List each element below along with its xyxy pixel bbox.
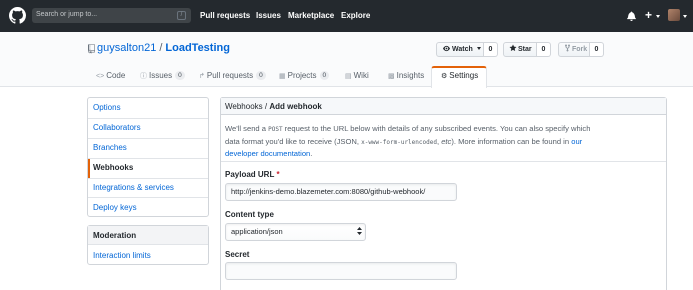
fork-label: Fork	[572, 46, 588, 53]
tab-issues-label: Issues	[149, 71, 173, 80]
code-icon: <>	[96, 73, 105, 80]
sidebar-item-interaction-limits[interactable]: Interaction limits	[93, 251, 151, 260]
nav-issues[interactable]: Issues	[256, 11, 281, 20]
github-logo-icon[interactable]	[9, 7, 26, 24]
project-icon: ▦	[279, 73, 286, 80]
select-arrows-icon[interactable]	[357, 227, 362, 235]
content-type-label: Content type	[225, 210, 274, 219]
watch-button[interactable]: Watch	[436, 42, 484, 57]
payload-url-label-text: Payload URL	[225, 170, 275, 179]
menu-divider	[88, 158, 208, 159]
issue-icon: ⓘ	[140, 73, 147, 80]
tab-pull-requests-label: Pull requests	[206, 71, 254, 80]
tab-insights[interactable]: ▩ Insights	[388, 68, 424, 87]
webhook-description: We'll send a POST request to the URL bel…	[225, 123, 597, 160]
fork-button[interactable]: Fork	[558, 42, 590, 57]
tab-wiki[interactable]: ▤ Wiki	[345, 68, 369, 87]
tab-code-label: Code	[106, 71, 126, 80]
desc-text: ). More information can be found in	[451, 136, 572, 146]
repo-title: guysalton21/LoadTesting	[97, 42, 230, 54]
tab-insights-label: Insights	[396, 71, 425, 80]
sidebar-item-branches[interactable]: Branches	[93, 143, 127, 152]
menu-divider	[88, 118, 208, 119]
star-label: Star	[518, 46, 532, 53]
book-icon: ▤	[345, 73, 352, 80]
repo-name-link[interactable]: LoadTesting	[165, 42, 230, 54]
repo-owner-link[interactable]: guysalton21	[97, 42, 156, 54]
sidebar-item-deploy-keys[interactable]: Deploy keys	[93, 203, 137, 212]
menu-divider	[88, 178, 208, 179]
user-avatar[interactable]	[668, 9, 680, 21]
desc-text: .	[310, 149, 313, 158]
content-type-select[interactable]: application/json	[225, 223, 366, 241]
sidebar-item-integrations[interactable]: Integrations & services	[93, 183, 174, 192]
star-icon	[509, 44, 517, 51]
secret-label: Secret	[225, 250, 250, 259]
menu-divider	[88, 197, 208, 198]
user-menu-caret-icon[interactable]	[683, 15, 687, 18]
tab-issues-count: 0	[175, 71, 185, 80]
settings-menu	[87, 97, 209, 217]
star-button[interactable]: Star	[503, 42, 537, 57]
sidebar-item-collaborators[interactable]: Collaborators	[93, 123, 141, 132]
repo-icon	[88, 44, 95, 54]
payload-url-label: Payload URL *	[225, 170, 280, 179]
tab-projects-count: 0	[319, 71, 330, 80]
tab-pull-requests[interactable]: ↱ Pull requests 0	[199, 68, 266, 87]
breadcrumb-webhooks[interactable]: Webhooks	[225, 102, 263, 111]
menu-divider	[88, 138, 208, 139]
graph-icon: ▩	[388, 73, 395, 80]
gear-icon: ⚙	[441, 73, 448, 80]
bell-icon[interactable]	[627, 11, 636, 21]
moderation-title: Moderation	[93, 231, 137, 240]
watch-caret-icon	[476, 47, 481, 50]
desc-code-post: POST	[268, 126, 283, 133]
tab-projects-label: Projects	[287, 71, 317, 80]
payload-url-input[interactable]: http://jenkins-demo.blazemeter.com:8080/…	[225, 183, 457, 201]
sidebar-item-webhooks[interactable]: Webhooks	[93, 163, 133, 172]
breadcrumb: Webhooks / Add webhook	[225, 102, 322, 111]
tab-wiki-label: Wiki	[353, 71, 369, 80]
eye-icon	[443, 45, 450, 52]
desc-text: We'll send a	[225, 124, 269, 133]
nav-marketplace[interactable]: Marketplace	[288, 11, 334, 20]
nav-pull-requests[interactable]: Pull requests	[200, 11, 250, 20]
desc-code-form: x-www-form-urlencoded	[361, 138, 437, 146]
fork-count[interactable]: 0	[590, 42, 604, 57]
tab-settings-label: Settings	[449, 71, 479, 80]
tab-pull-requests-count: 0	[256, 71, 266, 80]
star-count[interactable]: 0	[537, 42, 551, 57]
desc-etc: etc	[441, 136, 452, 146]
breadcrumb-separator: /	[264, 102, 268, 111]
nav-explore[interactable]: Explore	[341, 11, 370, 20]
fork-icon	[565, 44, 570, 52]
search-placeholder: Search or jump to...	[36, 11, 98, 18]
tab-settings[interactable]: ⚙ Settings	[441, 68, 478, 87]
sidebar-item-options[interactable]: Options	[93, 103, 121, 112]
form-divider	[221, 161, 666, 162]
create-new-caret-icon[interactable]	[656, 15, 660, 18]
repo-title-separator: /	[159, 42, 163, 54]
search-shortcut-key: /	[177, 11, 186, 20]
create-new-plus-icon[interactable]: +	[645, 9, 652, 21]
menu-selected-indicator	[88, 159, 90, 178]
required-mark: *	[276, 170, 280, 179]
tab-projects[interactable]: ▦ Projects 0	[279, 68, 330, 87]
pull-request-icon: ↱	[199, 73, 205, 80]
tab-code[interactable]: <> Code	[96, 68, 125, 87]
secret-input[interactable]	[225, 262, 457, 280]
watch-label: Watch	[452, 46, 473, 53]
breadcrumb-current: Add webhook	[269, 102, 322, 111]
watch-count[interactable]: 0	[484, 42, 498, 57]
tab-issues[interactable]: ⓘ Issues 0	[140, 68, 185, 87]
